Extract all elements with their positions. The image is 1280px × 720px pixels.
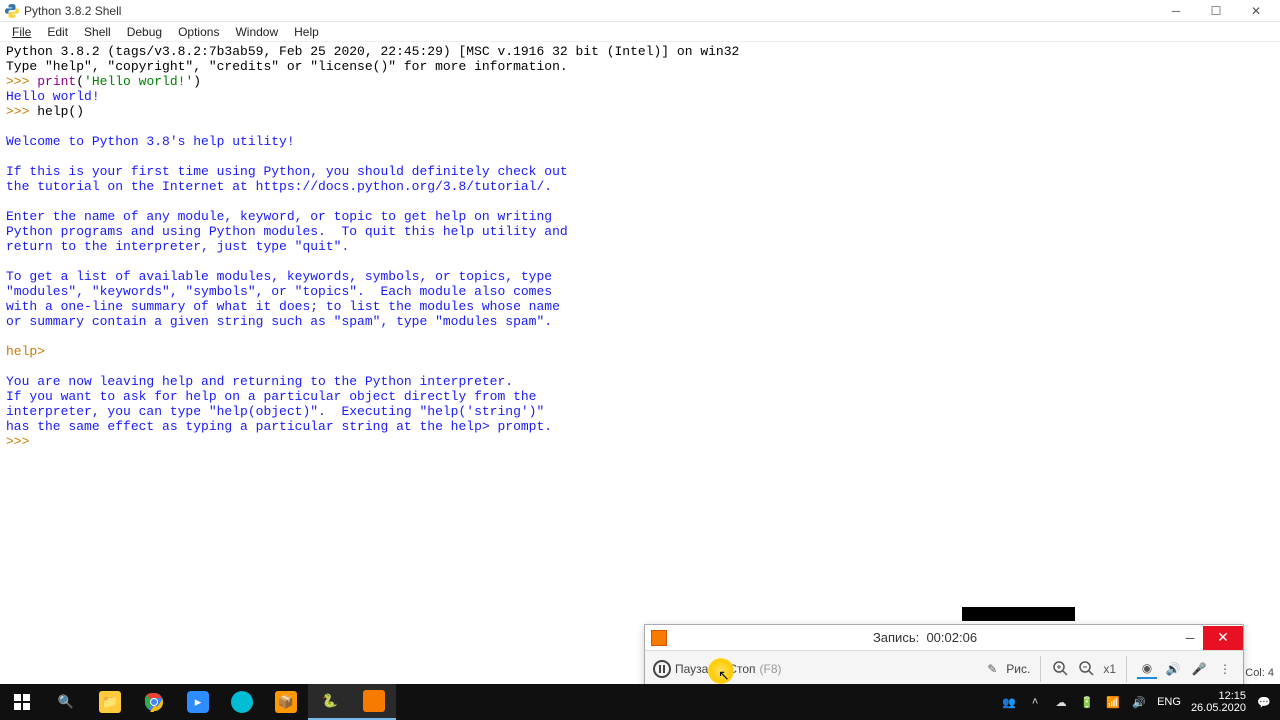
banner-line: Python 3.8.2 (tags/v3.8.2:7b3ab59, Feb 2… — [6, 44, 739, 59]
paren: ( — [76, 74, 84, 89]
paint-button[interactable] — [220, 684, 264, 720]
pause-button[interactable]: Пауза — [653, 660, 708, 678]
pause-icon — [653, 660, 671, 678]
webcam-icon[interactable]: ◉ — [1137, 659, 1157, 679]
help-text: or summary contain a given string such a… — [6, 314, 552, 329]
app-button-1[interactable]: 📦 — [264, 684, 308, 720]
status-bar: Col: 4 — [1245, 667, 1280, 683]
string-literal: 'Hello world!' — [84, 74, 193, 89]
zoom-level: x1 — [1103, 662, 1116, 676]
recorder-app-button[interactable] — [352, 684, 396, 720]
wifi-icon[interactable]: 📶 — [1105, 694, 1121, 710]
pencil-icon: ✎ — [982, 659, 1002, 679]
window-controls: ─ ☐ ✕ — [1156, 1, 1276, 21]
zoom-in-icon[interactable] — [1051, 659, 1071, 679]
help-text: interpreter, you can type "help(object)"… — [6, 404, 544, 419]
recorder-close-button[interactable]: ✕ — [1203, 626, 1243, 650]
recorder-titlebar[interactable]: Запись: 00:02:06 ─ ✕ — [645, 625, 1243, 651]
start-button[interactable] — [0, 684, 44, 720]
clock-date: 26.05.2020 — [1191, 702, 1246, 714]
draw-label: Рис. — [1006, 662, 1030, 676]
shell-output[interactable]: Python 3.8.2 (tags/v3.8.2:7b3ab59, Feb 2… — [0, 42, 1280, 451]
idle-button[interactable]: 🐍 — [308, 684, 352, 720]
menu-options[interactable]: Options — [170, 23, 227, 41]
help-text: the tutorial on the Internet at https://… — [6, 179, 552, 194]
recorder-title: Запись: 00:02:06 — [673, 630, 1177, 645]
more-icon[interactable]: ⋮ — [1215, 659, 1235, 679]
onedrive-icon[interactable]: ☁ — [1053, 694, 1069, 710]
help-text: has the same effect as typing a particul… — [6, 419, 552, 434]
notifications-icon[interactable]: 💬 — [1256, 694, 1272, 710]
help-text: You are now leaving help and returning t… — [6, 374, 513, 389]
pause-label: Пауза — [675, 662, 708, 676]
help-text: Enter the name of any module, keyword, o… — [6, 209, 552, 224]
window-title: Python 3.8.2 Shell — [24, 4, 1156, 18]
stop-button[interactable]: Стоп (F8) — [714, 662, 781, 676]
menu-edit[interactable]: Edit — [39, 23, 76, 41]
draw-button[interactable]: ✎ Рис. — [982, 659, 1030, 679]
speaker-icon[interactable]: 🔊 — [1163, 659, 1183, 679]
col-indicator: Col: 4 — [1245, 667, 1274, 679]
menu-file[interactable]: File — [4, 23, 39, 41]
taskbar[interactable]: 🔍 📁 ▸ 📦 🐍 👥 ˄ ☁ 🔋 📶 🔊 ENG 12:15 26.05.20… — [0, 684, 1280, 720]
prompt: >>> — [6, 104, 37, 119]
explorer-button[interactable]: 📁 — [88, 684, 132, 720]
help-text: If you want to ask for help on a particu… — [6, 389, 537, 404]
menu-window[interactable]: Window — [227, 23, 286, 41]
zoom-app-button[interactable]: ▸ — [176, 684, 220, 720]
minimize-button[interactable]: ─ — [1156, 1, 1196, 21]
close-button[interactable]: ✕ — [1236, 1, 1276, 21]
help-text: If this is your first time using Python,… — [6, 164, 568, 179]
banner-line: Type "help", "copyright", "credits" or "… — [6, 59, 568, 74]
people-icon[interactable]: 👥 — [1001, 694, 1017, 710]
zoom-out-icon[interactable] — [1077, 659, 1097, 679]
mic-icon[interactable]: 🎤 — [1189, 659, 1209, 679]
help-welcome: Welcome to Python 3.8's help utility! — [6, 134, 295, 149]
chevron-up-icon[interactable]: ˄ — [1027, 694, 1043, 710]
search-button[interactable]: 🔍 — [44, 684, 88, 720]
python-icon — [4, 3, 20, 19]
help-text: with a one-line summary of what it does;… — [6, 299, 560, 314]
prompt: >>> — [6, 434, 37, 449]
maximize-button[interactable]: ☐ — [1196, 1, 1236, 21]
help-call: help() — [37, 104, 84, 119]
paren: ) — [193, 74, 201, 89]
menu-debug[interactable]: Debug — [119, 23, 170, 41]
separator — [1040, 656, 1041, 682]
chrome-button[interactable] — [132, 684, 176, 720]
stop-label: Стоп — [728, 662, 755, 676]
menu-shell[interactable]: Shell — [76, 23, 119, 41]
separator — [1126, 656, 1127, 682]
language-indicator[interactable]: ENG — [1157, 696, 1181, 708]
recorder-toolbar: Пауза Стоп (F8) ✎ Рис. x1 ◉ 🔊 🎤 ⋮ — [645, 651, 1243, 687]
menu-bar: File Edit Shell Debug Options Window Hel… — [0, 22, 1280, 42]
help-text: return to the interpreter, just type "qu… — [6, 239, 349, 254]
help-text: To get a list of available modules, keyw… — [6, 269, 552, 284]
help-prompt: help> — [6, 344, 53, 359]
help-text: Python programs and using Python modules… — [6, 224, 568, 239]
output-line: Hello world! — [6, 89, 100, 104]
prompt: >>> — [6, 74, 37, 89]
recorder-minimize-button[interactable]: ─ — [1177, 626, 1203, 650]
tooltip — [962, 607, 1075, 621]
menu-help[interactable]: Help — [286, 23, 327, 41]
recorder-logo-icon — [651, 630, 667, 646]
recorder-window[interactable]: Запись: 00:02:06 ─ ✕ Пауза Стоп (F8) ✎ Р… — [644, 624, 1244, 688]
help-text: "modules", "keywords", "symbols", or "to… — [6, 284, 552, 299]
title-bar[interactable]: Python 3.8.2 Shell ─ ☐ ✕ — [0, 0, 1280, 22]
system-tray: 👥 ˄ ☁ 🔋 📶 🔊 ENG 12:15 26.05.2020 💬 — [993, 690, 1280, 714]
fn-name: print — [37, 74, 76, 89]
battery-icon[interactable]: 🔋 — [1079, 694, 1095, 710]
clock[interactable]: 12:15 26.05.2020 — [1191, 690, 1246, 714]
volume-icon[interactable]: 🔊 — [1131, 694, 1147, 710]
clock-time: 12:15 — [1191, 690, 1246, 702]
stop-hotkey: (F8) — [760, 662, 782, 676]
stop-icon — [714, 664, 724, 674]
